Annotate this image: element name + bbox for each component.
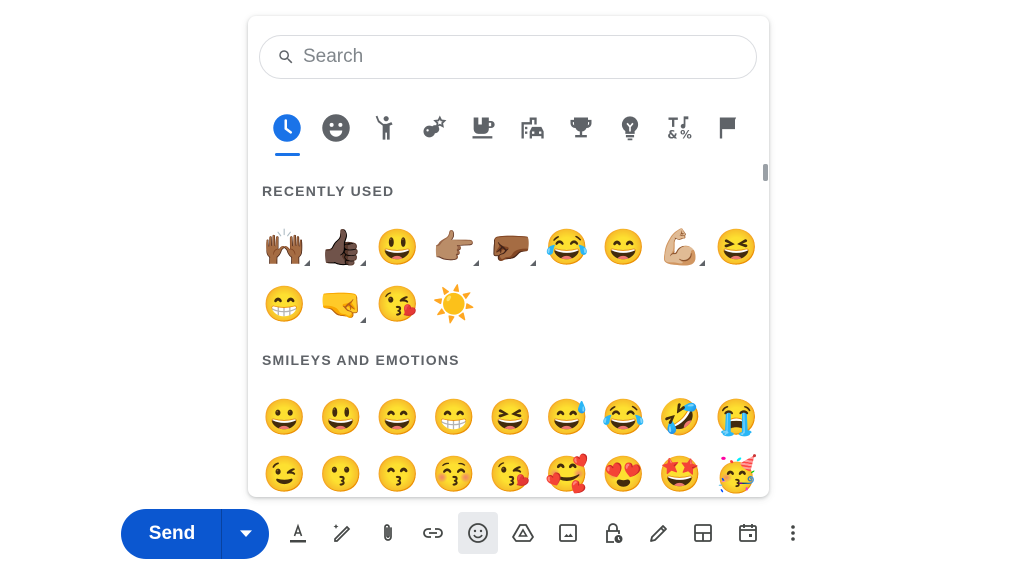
- emoji-button[interactable]: 😄: [595, 219, 652, 276]
- emoji-button[interactable]: 😄: [369, 389, 426, 446]
- clock-icon: [272, 114, 301, 142]
- emoji-button[interactable]: 🤣: [652, 389, 709, 446]
- tab-activities[interactable]: [556, 108, 605, 148]
- emoji-button[interactable]: 😆: [482, 389, 539, 446]
- text-format-icon: [290, 523, 306, 543]
- emoji-button[interactable]: 😆: [708, 219, 765, 276]
- emoji-button[interactable]: ☀️: [426, 276, 483, 333]
- emoji-button[interactable]: 😃: [313, 389, 370, 446]
- section-label-recent: RECENTLY USED: [262, 183, 395, 199]
- more-vert-icon: [791, 525, 795, 541]
- search-input[interactable]: [303, 46, 723, 68]
- category-tabs: &%: [262, 108, 752, 156]
- layout-icon: [694, 524, 712, 542]
- insert-photo-button[interactable]: [548, 512, 588, 554]
- emoji-button[interactable]: 😂: [539, 219, 596, 276]
- emoji-button[interactable]: 🤜: [313, 276, 370, 333]
- emoji-button[interactable]: 😁: [426, 389, 483, 446]
- compose-toolbar: [278, 512, 818, 554]
- building-car-icon: [521, 117, 544, 139]
- emoji-button[interactable]: 😁: [256, 276, 313, 333]
- flag-icon: [719, 117, 736, 139]
- emoji-button[interactable]: 🙌🏾: [256, 219, 313, 276]
- tab-food[interactable]: [458, 108, 507, 148]
- tab-recent[interactable]: [262, 108, 311, 156]
- magic-pen-icon: [333, 524, 351, 542]
- tab-travel[interactable]: [507, 108, 556, 148]
- emoji-button[interactable]: 😙: [369, 446, 426, 497]
- animal-icon: [423, 115, 446, 138]
- attach-files-button[interactable]: [368, 512, 408, 554]
- emoji-button[interactable]: 😃: [369, 219, 426, 276]
- tab-nature[interactable]: [409, 108, 458, 148]
- emoji-button[interactable]: 😘: [482, 446, 539, 497]
- image-icon: [559, 524, 577, 542]
- pen-icon: [650, 525, 667, 542]
- calendar-icon: [739, 524, 757, 542]
- section-label-smileys: SMILEYS AND EMOTIONS: [262, 352, 460, 368]
- scrollbar-thumb[interactable]: [763, 164, 768, 181]
- emoji-button[interactable]: 😭: [708, 389, 765, 446]
- emoji-button[interactable]: 💪🏼: [652, 219, 709, 276]
- emoji-button[interactable]: 😉: [256, 446, 313, 497]
- emoji-button[interactable]: 😗: [313, 446, 370, 497]
- emoji-button[interactable]: 🤩: [652, 446, 709, 497]
- emoji-button[interactable]: 🥳: [708, 446, 765, 497]
- svg-text:%: %: [680, 128, 692, 142]
- cup-icon: [472, 117, 495, 139]
- emoji-button[interactable]: 🥰: [539, 446, 596, 497]
- paperclip-icon: [384, 524, 392, 541]
- person-icon: [375, 115, 393, 140]
- caret-down-icon: [239, 530, 252, 537]
- emoji-picker: &% RECENTLY USED 🙌🏾👍🏿😃👉🏽🤛🏾😂😄💪🏼😆😁🤜😘☀️ SMI…: [248, 16, 769, 497]
- insert-emoji-button[interactable]: [458, 512, 498, 554]
- emoji-search-box[interactable]: [259, 35, 757, 79]
- send-button-group: Send: [121, 509, 269, 559]
- smileys-emoji-grid: 😀 😃 😄 😁 😆 😅 😂 🤣 😭 😉 😗 😙 😚 😘 🥰 😍 🤩 🥳: [256, 389, 765, 497]
- smiley-icon: [321, 114, 350, 142]
- lightbulb-icon: [621, 116, 638, 141]
- confidential-mode-button[interactable]: [593, 512, 633, 554]
- formatting-options-button[interactable]: [278, 512, 318, 554]
- insert-link-button[interactable]: [413, 512, 453, 554]
- emoji-button[interactable]: 😅: [539, 389, 596, 446]
- emoji-button[interactable]: 😀: [256, 389, 313, 446]
- set-up-time-button[interactable]: [728, 512, 768, 554]
- schedule-send-dropdown[interactable]: [222, 509, 269, 559]
- emoji-button[interactable]: 👉🏽: [426, 219, 483, 276]
- emoji-button[interactable]: 👍🏿: [313, 219, 370, 276]
- emoji-button[interactable]: 🤛🏾: [482, 219, 539, 276]
- templates-button[interactable]: [683, 512, 723, 554]
- symbols-icon: &%: [667, 116, 692, 142]
- emoji-icon: [468, 523, 488, 543]
- emoji-button[interactable]: 😚: [426, 446, 483, 497]
- emoji-button[interactable]: 😍: [595, 446, 652, 497]
- lock-clock-icon: [606, 523, 623, 543]
- tab-smileys[interactable]: [311, 108, 360, 148]
- send-button[interactable]: Send: [121, 509, 222, 559]
- help-me-write-button[interactable]: [323, 512, 363, 554]
- tab-flags[interactable]: [703, 108, 752, 148]
- tab-people[interactable]: [360, 108, 409, 148]
- drive-icon: [512, 524, 534, 542]
- trophy-icon: [570, 117, 591, 138]
- link-icon: [423, 528, 443, 538]
- search-icon: [279, 50, 293, 64]
- recent-emoji-grid: 🙌🏾 👍🏿 😃 👉🏽 🤛🏾 😂 😄 💪🏼 😆 😁 🤜 😘 ☀️: [256, 219, 765, 333]
- tab-objects[interactable]: [605, 108, 654, 148]
- insert-drive-button[interactable]: [503, 512, 543, 554]
- tab-symbols[interactable]: &%: [654, 108, 703, 148]
- more-options-button[interactable]: [773, 512, 813, 554]
- emoji-button[interactable]: 😘: [369, 276, 426, 333]
- emoji-button[interactable]: 😂: [595, 389, 652, 446]
- svg-text:&: &: [667, 128, 677, 142]
- insert-signature-button[interactable]: [638, 512, 678, 554]
